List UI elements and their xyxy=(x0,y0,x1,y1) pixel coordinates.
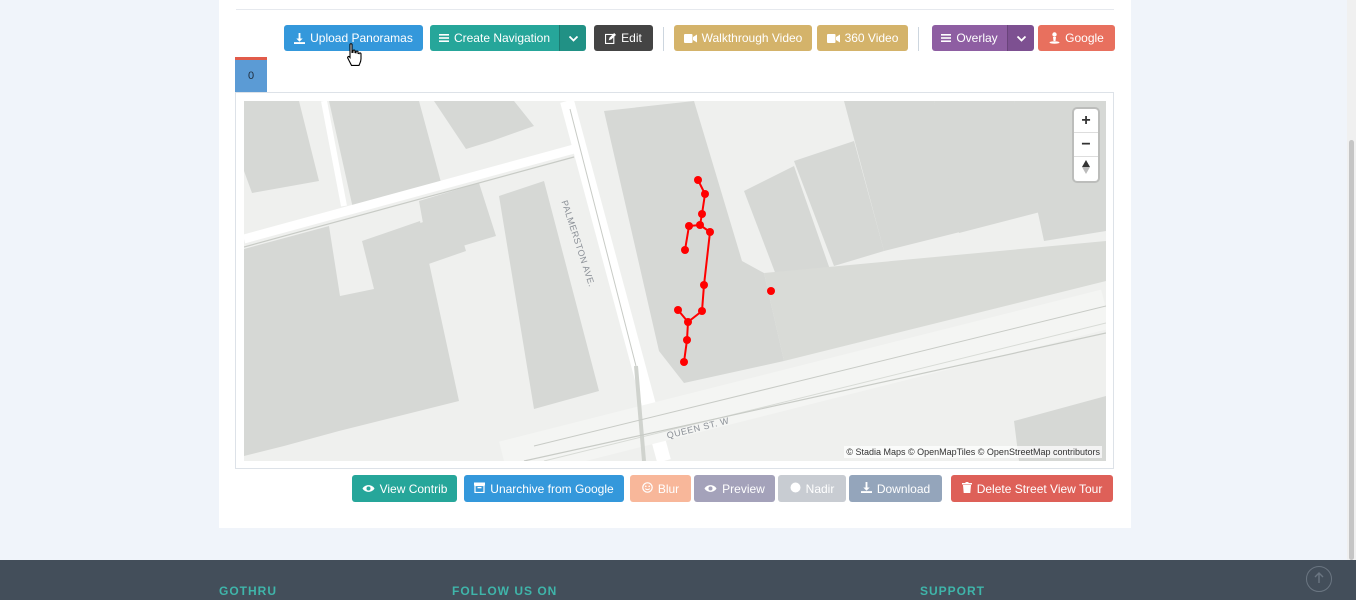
video-360-label: 360 Video xyxy=(844,31,899,45)
footer xyxy=(0,560,1356,600)
panorama-marker[interactable] xyxy=(681,246,689,254)
panorama-marker[interactable] xyxy=(694,176,702,184)
delete-tour-label: Delete Street View Tour xyxy=(976,481,1103,496)
eye-icon xyxy=(704,482,717,496)
panorama-marker[interactable] xyxy=(706,228,714,236)
panorama-marker[interactable] xyxy=(700,281,708,289)
download-button[interactable]: Download xyxy=(849,475,942,502)
create-navigation-dropdown[interactable] xyxy=(559,25,586,51)
panorama-marker[interactable] xyxy=(685,222,693,230)
unarchive-label: Unarchive from Google xyxy=(490,481,614,496)
list-icon xyxy=(941,33,952,43)
download-label: Download xyxy=(876,481,931,496)
nadir-button[interactable]: Nadir xyxy=(778,475,846,502)
archive-icon xyxy=(474,482,486,496)
tab-label: 0 xyxy=(247,70,255,82)
preview-button[interactable]: Preview xyxy=(694,475,775,502)
zoom-control: + − xyxy=(1074,109,1098,181)
panorama-marker[interactable] xyxy=(767,287,775,295)
hand-cursor-icon xyxy=(346,43,362,72)
video-icon xyxy=(826,33,840,43)
chevron-down-icon xyxy=(1016,29,1026,47)
compass-icon xyxy=(1082,159,1090,179)
create-navigation-label: Create Navigation xyxy=(453,31,551,45)
preview-label: Preview xyxy=(722,481,765,496)
toolbar-separator xyxy=(918,27,919,51)
smile-icon xyxy=(642,481,653,496)
tab-0[interactable]: 0 xyxy=(235,57,267,92)
walkthrough-video-button[interactable]: Walkthrough Video xyxy=(674,25,812,51)
unarchive-button[interactable]: Unarchive from Google xyxy=(464,475,624,502)
download-icon xyxy=(294,32,306,44)
blur-button[interactable]: Blur xyxy=(630,475,691,502)
list-icon xyxy=(438,33,449,43)
download-icon xyxy=(860,481,872,496)
reset-bearing-button[interactable] xyxy=(1074,157,1098,181)
eye-icon xyxy=(362,482,375,496)
scroll-to-top-button[interactable] xyxy=(1306,566,1332,592)
panorama-marker[interactable] xyxy=(674,306,682,314)
video-360-button[interactable]: 360 Video xyxy=(817,25,908,51)
toolbar-separator xyxy=(663,27,664,51)
map[interactable]: PALMERSTON AVE. QUEEN ST. W + − © Stadia… xyxy=(244,101,1106,461)
edit-button[interactable]: Edit xyxy=(594,25,653,51)
zoom-in-button[interactable]: + xyxy=(1074,109,1098,133)
chevron-down-icon xyxy=(568,29,578,47)
blur-label: Blur xyxy=(657,481,680,496)
view-contrib-button[interactable]: View Contrib xyxy=(352,475,457,502)
delete-tour-button[interactable]: Delete Street View Tour xyxy=(951,475,1113,502)
panorama-marker[interactable] xyxy=(696,221,704,229)
nadir-label: Nadir xyxy=(805,481,835,496)
edit-icon xyxy=(605,32,617,44)
footer-heading-follow: FOLLOW US ON xyxy=(452,584,558,598)
panorama-marker[interactable] xyxy=(684,318,692,326)
circle-icon xyxy=(790,482,801,496)
overlay-label: Overlay xyxy=(956,31,998,45)
view-contrib-label: View Contrib xyxy=(379,481,448,496)
walkthrough-video-label: Walkthrough Video xyxy=(701,31,803,45)
panorama-marker[interactable] xyxy=(698,210,706,218)
google-icon xyxy=(1049,32,1060,44)
panorama-marker[interactable] xyxy=(683,336,691,344)
zoom-out-button[interactable]: − xyxy=(1074,133,1098,157)
panorama-marker[interactable] xyxy=(698,307,706,315)
footer-heading-support: SUPPORT xyxy=(920,584,986,598)
create-navigation-button[interactable]: Create Navigation xyxy=(430,25,559,51)
overlay-dropdown[interactable] xyxy=(1007,25,1034,51)
footer-heading-gothru: GOTHRU xyxy=(219,584,277,598)
route-overlay xyxy=(674,176,775,366)
arrow-up-icon xyxy=(1314,571,1324,587)
panorama-marker[interactable] xyxy=(701,190,709,198)
page-scrollbar[interactable] xyxy=(1347,0,1356,560)
route-line xyxy=(683,179,712,363)
trash-icon xyxy=(961,481,972,496)
google-label: Google xyxy=(1065,31,1104,45)
map-attribution: © Stadia Maps © OpenMapTiles © OpenStree… xyxy=(844,446,1102,458)
edit-label: Edit xyxy=(621,31,642,45)
panorama-marker[interactable] xyxy=(680,358,688,366)
overlay-button[interactable]: Overlay xyxy=(932,25,1007,51)
google-button[interactable]: Google xyxy=(1038,25,1115,51)
scrollbar-thumb[interactable] xyxy=(1349,140,1354,560)
video-icon xyxy=(683,33,697,43)
divider xyxy=(236,9,1114,10)
